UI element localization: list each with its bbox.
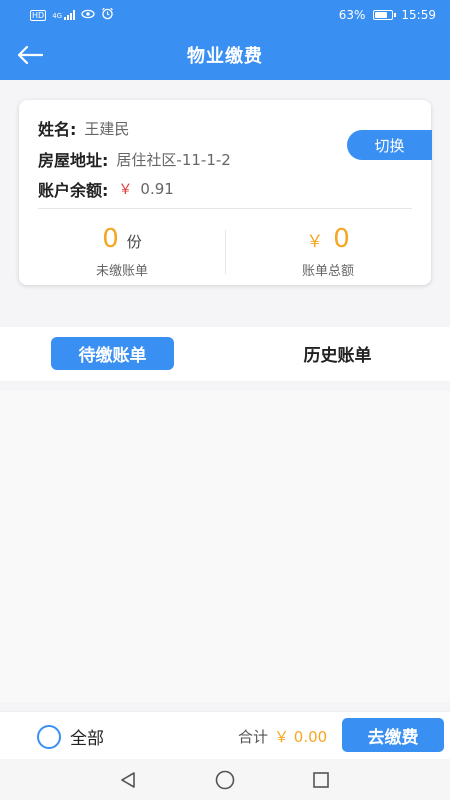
card-divider <box>38 208 412 209</box>
home-circle-icon[interactable] <box>212 768 238 792</box>
payment-total: 合计 ￥ 0.00 <box>238 726 327 747</box>
hd-icon: HD <box>30 9 47 21</box>
battery-icon <box>373 10 397 20</box>
unpaid-unit: 份 <box>126 233 142 251</box>
address-value: 居住社区-11-1-2 <box>116 150 231 169</box>
address-row: 房屋地址: 居住社区-11-1-2 <box>38 147 231 171</box>
battery-fill <box>375 12 387 18</box>
status-indicators: HD 4G <box>30 7 114 23</box>
balance-label: 账户余额: <box>38 181 109 200</box>
eye-icon <box>81 9 95 22</box>
status-bar: HD 4G 63% 15:59 <box>0 0 450 30</box>
account-info-card: 姓名: 王建民 房屋地址: 居住社区-11-1-2 账户余额: ￥ 0.91 切… <box>19 100 432 285</box>
switch-house-button[interactable]: 切换 <box>347 130 432 160</box>
select-all-toggle[interactable]: 全部 <box>37 724 104 749</box>
recents-square-icon[interactable] <box>308 768 334 792</box>
unpaid-label: 未缴账单 <box>95 264 148 279</box>
radio-unchecked-icon[interactable] <box>37 724 61 749</box>
page-title: 物业缴费 <box>187 46 263 67</box>
owner-name-label: 姓名: <box>38 120 77 139</box>
nav-bar: 物业缴费 <box>0 30 450 80</box>
status-right: 63% 15:59 <box>339 8 436 22</box>
balance-row: 账户余额: ￥ 0.91 <box>38 177 174 201</box>
unpaid-bills-stat: 0份 未缴账单 <box>19 222 225 279</box>
payment-bar: 全部 合计 ￥ 0.00 去缴费 <box>0 711 450 759</box>
bill-tabs: 待缴账单 历史账单 <box>0 327 450 381</box>
bill-total-amount: 0 <box>333 224 350 254</box>
total-amount: ￥ 0.00 <box>274 728 328 746</box>
system-navigation-bar <box>0 760 450 800</box>
owner-name-row: 姓名: 王建民 <box>38 116 129 140</box>
balance-currency-icon: ￥ <box>118 182 133 198</box>
address-label: 房屋地址: <box>38 151 109 170</box>
battery-percent: 63% <box>338 8 366 22</box>
tab-pending-bills[interactable]: 待缴账单 <box>51 337 174 370</box>
signal-icon: 4G <box>52 10 76 20</box>
clock: 15:59 <box>401 8 436 22</box>
property-payment-screen: HD 4G 63% 15:59 物业缴费 姓名: 王建民 房屋地址: 居住社区-… <box>0 0 450 800</box>
signal-label: 4G <box>52 12 63 20</box>
alarm-icon <box>101 7 114 23</box>
total-currency-icon: ￥ <box>306 232 324 252</box>
back-button[interactable] <box>12 38 48 72</box>
balance-value: 0.91 <box>140 180 174 198</box>
back-triangle-icon[interactable] <box>115 768 141 792</box>
owner-name-value: 王建民 <box>84 119 130 138</box>
arrow-left-icon <box>17 45 44 65</box>
select-all-label: 全部 <box>70 729 104 749</box>
tab-history-bills[interactable]: 历史账单 <box>276 337 399 370</box>
bill-total-stat: ￥ 0 账单总额 <box>225 222 431 279</box>
unpaid-count: 0 <box>102 224 119 254</box>
bill-total-label: 账单总额 <box>301 264 354 279</box>
bill-list <box>0 391 450 702</box>
pay-button[interactable]: 去缴费 <box>342 718 444 752</box>
total-label: 合计 <box>238 728 269 746</box>
